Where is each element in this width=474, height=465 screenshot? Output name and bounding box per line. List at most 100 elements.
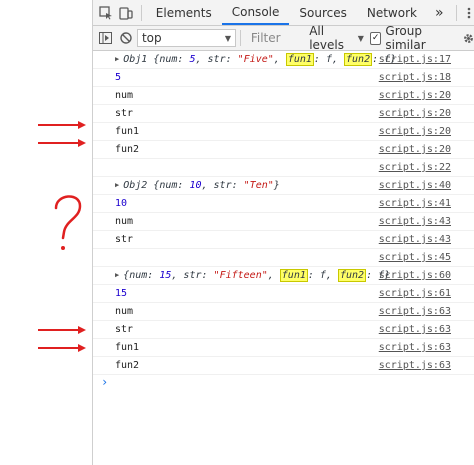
log-message: str [115, 108, 134, 119]
highlighted-key: fun2 [344, 53, 373, 66]
console-output: ▶ Obj1 {num: 5, str: "Five", fun1: f, fun… [93, 51, 474, 392]
log-message: 5 [115, 72, 122, 83]
source-link[interactable]: script.js:45 [379, 252, 451, 263]
console-toolbar: top ▼ Filter All levels ▼ ✓ Group simila… [93, 24, 474, 52]
console-row: num script.js:43 [93, 213, 474, 231]
source-link[interactable]: script.js:17 [379, 54, 451, 65]
log-message: num [115, 306, 134, 317]
source-link[interactable]: script.js:40 [379, 180, 451, 191]
log-message: fun2 [115, 144, 140, 155]
object-text: , str: [195, 54, 238, 65]
console-prompt-row[interactable]: › [93, 375, 474, 392]
console-row: 15 script.js:61 [93, 285, 474, 303]
expand-triangle-icon[interactable]: ▶ [115, 55, 119, 63]
highlighted-key: fun1 [285, 53, 314, 66]
source-link[interactable]: script.js:43 [379, 216, 451, 227]
device-toolbar-icon[interactable] [119, 5, 133, 21]
console-row: ▶ Obj2 {num: 10, str: "Ten"} script.js:40 [93, 177, 474, 195]
source-link[interactable]: script.js:63 [379, 360, 451, 371]
annotation-arrow-icon [38, 326, 86, 334]
source-link[interactable]: script.js:20 [379, 90, 451, 101]
highlighted-key: fun1 [279, 269, 308, 282]
console-row: str script.js:63 [93, 321, 474, 339]
filter-input[interactable]: Filter [245, 28, 303, 48]
log-message: str [115, 234, 134, 245]
log-message: num [115, 216, 134, 227]
group-similar-checkbox[interactable]: ✓ [369, 31, 382, 45]
divider [239, 30, 241, 46]
log-object[interactable]: ▶ Obj1 {num: 5, str: "Five", fun1: f, fun… [115, 53, 396, 66]
log-object[interactable]: ▶ {num: 15, str: "Fifteen", fun1: f, fun2… [115, 269, 390, 282]
console-row: fun2 script.js:20 [93, 141, 474, 159]
dropdown-arrow-icon: ▼ [357, 33, 364, 43]
string-value: "Five" [237, 54, 274, 65]
context-select-value: top [141, 31, 162, 45]
log-levels-label: All levels [309, 24, 345, 52]
console-row: script.js:22 [93, 159, 474, 177]
inspect-element-icon[interactable] [99, 5, 113, 21]
source-link[interactable]: script.js:20 [379, 144, 451, 155]
source-link[interactable]: script.js:63 [379, 342, 451, 353]
console-row: 5 script.js:18 [93, 69, 474, 87]
tab-console[interactable]: Console [221, 0, 290, 25]
object-label: {num: [123, 270, 160, 281]
source-link[interactable]: script.js:61 [379, 288, 451, 299]
tab-elements[interactable]: Elements [146, 0, 222, 25]
log-message: str [115, 324, 134, 335]
object-label: Obj2 {num: [123, 180, 190, 191]
expand-triangle-icon[interactable]: ▶ [115, 271, 119, 279]
group-similar-label: Group similar [385, 24, 426, 52]
annotation-arrow-icon [38, 139, 86, 147]
tab-sources[interactable]: Sources [289, 0, 356, 25]
console-row: str script.js:20 [93, 105, 474, 123]
source-link[interactable]: script.js:22 [379, 162, 451, 173]
source-link[interactable]: script.js:63 [379, 306, 451, 317]
object-text: : f, [307, 270, 338, 281]
log-message: num [115, 90, 134, 101]
dropdown-arrow-icon: ▼ [224, 33, 231, 43]
group-similar-toggle[interactable]: ✓ Group similar [369, 24, 455, 52]
source-link[interactable]: script.js:20 [379, 108, 451, 119]
annotation-arrow-icon [38, 344, 86, 352]
context-select[interactable]: top ▼ [136, 29, 236, 47]
console-row: fun1 script.js:20 [93, 123, 474, 141]
console-prompt-icon: › [101, 375, 109, 389]
more-tabs-button[interactable]: » [427, 0, 452, 25]
source-link[interactable]: script.js:43 [379, 234, 451, 245]
devtools-tabbar: Elements Console Sources Network » [93, 0, 474, 26]
expand-triangle-icon[interactable]: ▶ [115, 181, 119, 189]
highlighted-key: fun2 [337, 269, 367, 282]
source-link[interactable]: script.js:20 [379, 126, 451, 137]
source-link[interactable]: script.js:41 [379, 198, 451, 209]
object-label: Obj1 {num: [123, 54, 190, 65]
log-levels-dropdown[interactable]: All levels ▼ [303, 24, 370, 52]
devtools-panel: Elements Console Sources Network » top ▼… [92, 0, 474, 465]
object-text: : f, [313, 54, 345, 65]
log-message: 15 [115, 288, 128, 299]
source-link[interactable]: script.js:60 [379, 270, 451, 281]
divider [141, 4, 142, 21]
console-row: fun2 script.js:63 [93, 357, 474, 375]
object-text: , str: [171, 270, 214, 281]
console-row: str script.js:43 [93, 231, 474, 249]
question-mark-annotation-icon [54, 195, 82, 250]
object-text: , [267, 270, 280, 281]
show-drawer-icon[interactable] [99, 30, 113, 46]
log-message: fun1 [115, 126, 140, 137]
console-row: num script.js:20 [93, 87, 474, 105]
console-row: ▶ {num: 15, str: "Fifteen", fun1: f, fun2… [93, 267, 474, 285]
object-text: } [273, 180, 280, 191]
source-link[interactable]: script.js:63 [379, 324, 451, 335]
object-text: , [273, 54, 286, 65]
settings-gear-icon[interactable] [461, 30, 474, 46]
number-value: 10 [189, 180, 202, 191]
log-message: 10 [115, 198, 128, 209]
source-link[interactable]: script.js:18 [379, 72, 451, 83]
console-row: ▶ Obj1 {num: 5, str: "Five", fun1: f, fun… [93, 51, 474, 69]
log-object[interactable]: ▶ Obj2 {num: 10, str: "Ten"} [115, 180, 280, 191]
tab-network[interactable]: Network [357, 0, 427, 25]
clear-console-icon[interactable] [119, 30, 133, 46]
string-value: "Fifteen" [213, 270, 268, 281]
console-row: 10 script.js:41 [93, 195, 474, 213]
kebab-menu-icon[interactable] [462, 5, 474, 21]
